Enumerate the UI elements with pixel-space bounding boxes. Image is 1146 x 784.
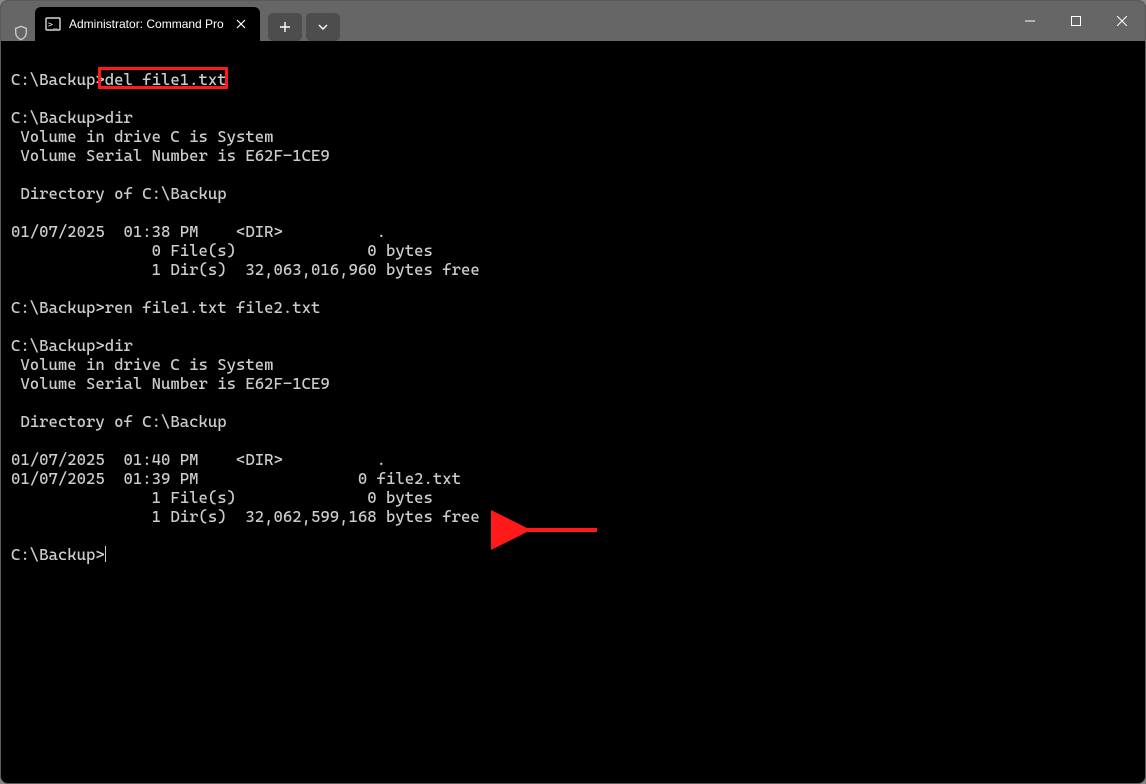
terminal-line: 1 Dir(s) 32,063,016,960 bytes free xyxy=(11,260,1145,279)
tab-region: >_ Administrator: Command Pro xyxy=(1,1,340,41)
cursor xyxy=(105,546,106,562)
terminal-window: >_ Administrator: Command Pro xyxy=(0,0,1146,784)
maximize-button[interactable] xyxy=(1053,1,1099,41)
titlebar[interactable]: >_ Administrator: Command Pro xyxy=(1,1,1145,41)
terminal-line: 01/07/2025 01:40 PM <DIR> . xyxy=(11,450,1145,469)
tab-active[interactable]: >_ Administrator: Command Pro xyxy=(35,7,260,41)
terminal-line xyxy=(11,165,1145,184)
terminal-line xyxy=(11,279,1145,298)
terminal-line: Volume in drive C is System xyxy=(11,355,1145,374)
terminal-line: C:\Backup>dir xyxy=(11,108,1145,127)
terminal-line: 1 File(s) 0 bytes xyxy=(11,488,1145,507)
terminal-line: Volume Serial Number is E62F-1CE9 xyxy=(11,146,1145,165)
cmd-icon: >_ xyxy=(45,16,61,32)
window-controls xyxy=(1007,1,1145,41)
terminal-line: 01/07/2025 01:39 PM 0 file2.txt xyxy=(11,469,1145,488)
terminal-line: C:\Backup>dir xyxy=(11,336,1145,355)
terminal-line: Volume in drive C is System xyxy=(11,127,1145,146)
terminal-line: 01/07/2025 01:38 PM <DIR> . xyxy=(11,222,1145,241)
terminal-line: C:\Backup>ren file1.txt file2.txt xyxy=(11,298,1145,317)
terminal-line xyxy=(11,89,1145,108)
terminal-line: 0 File(s) 0 bytes xyxy=(11,241,1145,260)
shield-icon xyxy=(7,25,35,41)
new-tab-button[interactable] xyxy=(268,13,302,41)
terminal-line: Directory of C:\Backup xyxy=(11,412,1145,431)
terminal-line: C:\Backup>del file1.txt xyxy=(11,70,1145,89)
terminal-line xyxy=(11,431,1145,450)
terminal-line: Volume Serial Number is E62F-1CE9 xyxy=(11,374,1145,393)
titlebar-drag-region[interactable] xyxy=(340,1,1007,41)
terminal-line: 1 Dir(s) 32,062,599,168 bytes free xyxy=(11,507,1145,526)
terminal-line xyxy=(11,526,1145,545)
tab-title: Administrator: Command Pro xyxy=(69,17,224,31)
terminal-line: C:\Backup> xyxy=(11,545,1145,564)
tab-dropdown-button[interactable] xyxy=(306,13,340,41)
terminal-line xyxy=(11,317,1145,336)
close-window-button[interactable] xyxy=(1099,1,1145,41)
terminal-line: Directory of C:\Backup xyxy=(11,184,1145,203)
terminal-output[interactable]: C:\Backup>del file1.txt C:\Backup>dir Vol… xyxy=(1,41,1145,783)
terminal-line xyxy=(11,393,1145,412)
svg-text:>_: >_ xyxy=(48,20,58,29)
terminal-line xyxy=(11,203,1145,222)
minimize-button[interactable] xyxy=(1007,1,1053,41)
tab-close-button[interactable] xyxy=(232,15,250,33)
terminal-line xyxy=(11,51,1145,70)
